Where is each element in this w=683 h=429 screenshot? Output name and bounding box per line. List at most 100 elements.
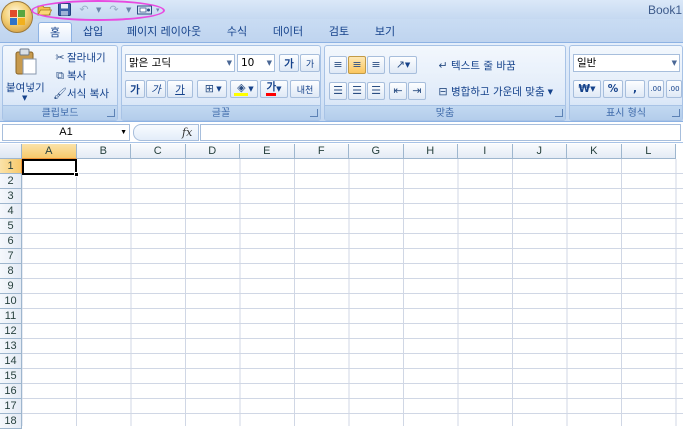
- row-header-17[interactable]: 17: [0, 399, 22, 414]
- merge-center-icon: ⊟: [438, 84, 448, 98]
- orientation-button[interactable]: ↗ ▼: [389, 56, 417, 74]
- row-header-16[interactable]: 16: [0, 384, 22, 399]
- percent-button[interactable]: %: [603, 80, 623, 98]
- column-header-l[interactable]: L: [621, 144, 676, 159]
- align-center-button[interactable]: ☰: [348, 82, 366, 100]
- alignment-group: ≡ ≡ ≡ ↗ ▼ ↵ 텍스트 줄 바꿈 ☰ ☰ ☰ ⇤ ⇥ ⊟ 병합하고 가운데…: [324, 45, 566, 121]
- formula-input[interactable]: [200, 124, 681, 141]
- row-header-12[interactable]: 12: [0, 324, 22, 339]
- align-left-button[interactable]: ☰: [329, 82, 347, 100]
- paste-dropdown-icon[interactable]: ▼: [22, 94, 27, 102]
- tab-review[interactable]: 검토: [322, 22, 356, 42]
- fill-color-button[interactable]: ◈ ▼: [230, 80, 258, 98]
- redo-dropdown-icon[interactable]: ▼: [126, 6, 132, 14]
- row-header-18[interactable]: 18: [0, 414, 22, 429]
- font-size-combo[interactable]: 10 ▼: [237, 54, 275, 72]
- grow-font-button[interactable]: 가: [279, 54, 299, 72]
- font-launcher-icon[interactable]: [310, 109, 318, 117]
- column-header-e[interactable]: E: [240, 144, 295, 159]
- office-button[interactable]: [1, 1, 33, 33]
- currency-button[interactable]: ₩ ▼: [573, 80, 601, 98]
- fill-handle[interactable]: [74, 172, 79, 177]
- chevron-down-icon: ▼: [216, 85, 222, 93]
- copy-button[interactable]: ⧉ 복사: [53, 68, 86, 83]
- align-left-icon: ☰: [333, 84, 343, 97]
- increase-indent-button[interactable]: ⇥: [408, 82, 426, 100]
- column-header-j[interactable]: J: [512, 144, 567, 159]
- insert-function-icon[interactable]: fx: [182, 126, 192, 139]
- font-name-combo[interactable]: 맑은 고딕 ▼: [125, 54, 235, 72]
- tab-page-layout[interactable]: 페이지 레이아웃: [122, 22, 206, 42]
- shrink-font-button[interactable]: 가: [300, 54, 320, 72]
- decrease-decimal-button[interactable]: .00: [666, 80, 682, 98]
- number-format-combo[interactable]: 일반 ▼: [573, 54, 680, 72]
- row-header-6[interactable]: 6: [0, 234, 22, 249]
- bold-button[interactable]: 가: [125, 80, 145, 98]
- format-painter-button[interactable]: 🖌 서식 복사: [53, 86, 109, 101]
- align-bottom-button[interactable]: ≡: [367, 56, 385, 74]
- undo-dropdown-icon[interactable]: ▼: [96, 6, 102, 14]
- tab-home[interactable]: 홈: [38, 22, 72, 42]
- column-header-g[interactable]: G: [349, 144, 404, 159]
- row-header-3[interactable]: 3: [0, 189, 22, 204]
- column-header-b[interactable]: B: [76, 144, 131, 159]
- align-top-button[interactable]: ≡: [329, 56, 347, 74]
- cell-area[interactable]: [22, 159, 683, 426]
- tab-formulas[interactable]: 수식: [220, 22, 254, 42]
- column-header-c[interactable]: C: [131, 144, 186, 159]
- redo-icon[interactable]: ↷: [106, 2, 122, 17]
- row-header-15[interactable]: 15: [0, 369, 22, 384]
- row-header-2[interactable]: 2: [0, 174, 22, 189]
- select-all-corner[interactable]: [0, 144, 22, 159]
- row-header-4[interactable]: 4: [0, 204, 22, 219]
- row-header-13[interactable]: 13: [0, 339, 22, 354]
- paste-button[interactable]: [9, 48, 43, 76]
- align-right-button[interactable]: ☰: [367, 82, 385, 100]
- row-header-11[interactable]: 11: [0, 309, 22, 324]
- undo-icon[interactable]: ↶: [76, 2, 92, 17]
- number-group: 일반 ▼ ₩ ▼ % , .00 .00 표시 형식: [569, 45, 683, 121]
- chevron-down-icon: ▼: [266, 59, 272, 67]
- merge-center-label: 병합하고 가운데 맞춤: [451, 86, 545, 98]
- font-color-button[interactable]: 가 ▼: [260, 80, 288, 98]
- align-middle-button[interactable]: ≡: [348, 56, 366, 74]
- underline-button[interactable]: 가: [167, 80, 193, 98]
- save-icon[interactable]: [56, 2, 72, 17]
- tab-insert[interactable]: 삽입: [78, 22, 108, 42]
- row-header-8[interactable]: 8: [0, 264, 22, 279]
- column-header-d[interactable]: D: [185, 144, 240, 159]
- tab-view[interactable]: 보기: [368, 22, 402, 42]
- folder-open-icon[interactable]: [36, 2, 52, 17]
- phonetic-button[interactable]: 내천: [290, 80, 320, 98]
- column-header-f[interactable]: F: [294, 144, 349, 159]
- row-header-10[interactable]: 10: [0, 294, 22, 309]
- tab-data[interactable]: 데이터: [268, 22, 308, 42]
- column-header-k[interactable]: K: [567, 144, 622, 159]
- comma-button[interactable]: ,: [625, 80, 645, 98]
- row-header-7[interactable]: 7: [0, 249, 22, 264]
- row-header-9[interactable]: 9: [0, 279, 22, 294]
- italic-button[interactable]: 가: [146, 80, 166, 98]
- copy-label: 복사: [67, 70, 87, 82]
- column-header-i[interactable]: I: [458, 144, 513, 159]
- active-cell[interactable]: [22, 159, 77, 175]
- increase-decimal-button[interactable]: .00: [648, 80, 664, 98]
- row-header-1[interactable]: 1: [0, 159, 22, 174]
- name-box[interactable]: A1 ▼: [2, 124, 130, 141]
- alignment-group-label: 맞춤: [325, 105, 565, 120]
- row-header-14[interactable]: 14: [0, 354, 22, 369]
- row-header-5[interactable]: 5: [0, 219, 22, 234]
- merge-center-button[interactable]: ⊟ 병합하고 가운데 맞춤 ▼: [435, 84, 553, 99]
- print-preview-icon[interactable]: [136, 2, 152, 17]
- alignment-launcher-icon[interactable]: [555, 109, 563, 117]
- cut-button[interactable]: ✂ 잘라내기: [53, 50, 105, 65]
- borders-button[interactable]: ⊞ ▼: [197, 80, 227, 98]
- column-header-h[interactable]: H: [403, 144, 458, 159]
- customize-qat-icon[interactable]: ▾: [156, 6, 162, 14]
- number-launcher-icon[interactable]: [672, 109, 680, 117]
- decrease-indent-button[interactable]: ⇤: [389, 82, 407, 100]
- paste-label[interactable]: 붙여넣기: [6, 80, 45, 95]
- column-header-a[interactable]: A: [22, 144, 77, 159]
- clipboard-launcher-icon[interactable]: [107, 109, 115, 117]
- wrap-text-button[interactable]: ↵ 텍스트 줄 바꿈: [435, 58, 515, 73]
